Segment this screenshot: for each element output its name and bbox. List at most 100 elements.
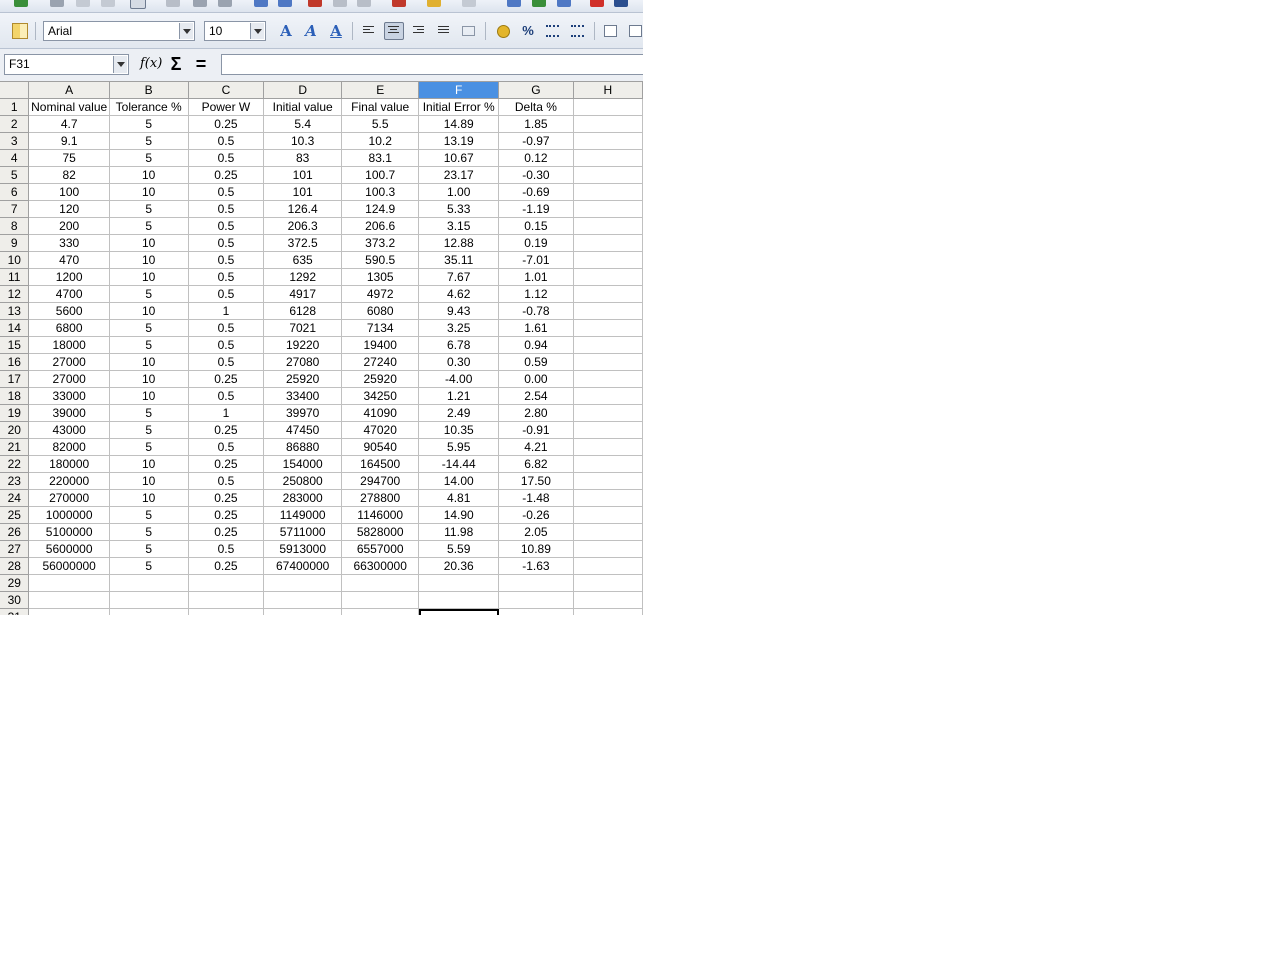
cell-d21[interactable]: 86880 xyxy=(263,438,343,456)
cell-e18[interactable]: 34250 xyxy=(341,387,420,405)
cell-b19[interactable]: 5 xyxy=(109,404,189,422)
cell-c2[interactable]: 0.25 xyxy=(188,115,265,133)
cell-a2[interactable]: 4.7 xyxy=(28,115,110,133)
cut-icon[interactable] xyxy=(308,0,322,7)
cell-g27[interactable]: 10.89 xyxy=(498,540,574,558)
cell-g11[interactable]: 1.01 xyxy=(498,268,574,286)
cell-g5[interactable]: -0.30 xyxy=(498,166,574,184)
cell-f26[interactable]: 11.98 xyxy=(418,523,500,541)
cell-a21[interactable]: 82000 xyxy=(28,438,110,456)
row-header[interactable]: 4 xyxy=(0,149,30,167)
cell-a25[interactable]: 1000000 xyxy=(28,506,110,524)
cell-h30[interactable] xyxy=(573,591,643,609)
cell-a26[interactable]: 5100000 xyxy=(28,523,110,541)
cell-c12[interactable]: 0.5 xyxy=(188,285,265,303)
cell-b25[interactable]: 5 xyxy=(109,506,189,524)
cell-c23[interactable]: 0.5 xyxy=(188,472,265,490)
sort-descending-icon[interactable] xyxy=(557,0,571,7)
bold-icon[interactable]: A xyxy=(276,22,296,40)
cell-h9[interactable] xyxy=(573,234,643,252)
row-header[interactable]: 1 xyxy=(0,98,30,116)
row-header[interactable]: 5 xyxy=(0,166,30,184)
cell-d31[interactable] xyxy=(263,608,343,615)
cell-h18[interactable] xyxy=(573,387,643,405)
cell-b22[interactable]: 10 xyxy=(109,455,189,473)
cell-d22[interactable]: 154000 xyxy=(263,455,343,473)
cell-e19[interactable]: 41090 xyxy=(341,404,420,422)
cell-b2[interactable]: 5 xyxy=(109,115,189,133)
cell-a4[interactable]: 75 xyxy=(28,149,110,167)
cell-f24[interactable]: 4.81 xyxy=(418,489,500,507)
cell-e2[interactable]: 5.5 xyxy=(341,115,420,133)
cell-a19[interactable]: 39000 xyxy=(28,404,110,422)
cell-g18[interactable]: 2.54 xyxy=(498,387,574,405)
merge-cells-icon[interactable] xyxy=(459,22,479,40)
cell-f19[interactable]: 2.49 xyxy=(418,404,500,422)
cell-g9[interactable]: 0.19 xyxy=(498,234,574,252)
cell-d8[interactable]: 206.3 xyxy=(263,217,343,235)
cell-e17[interactable]: 25920 xyxy=(341,370,420,388)
cell-b3[interactable]: 5 xyxy=(109,132,189,150)
cell-a14[interactable]: 6800 xyxy=(28,319,110,337)
paste-icon[interactable] xyxy=(357,0,371,7)
cell-d13[interactable]: 6128 xyxy=(263,302,343,320)
column-header-b[interactable]: B xyxy=(109,82,189,99)
cell-e16[interactable]: 27240 xyxy=(341,353,420,371)
cell-b18[interactable]: 10 xyxy=(109,387,189,405)
cell-f14[interactable]: 3.25 xyxy=(418,319,500,337)
column-header-c[interactable]: C xyxy=(188,82,265,99)
cell-h17[interactable] xyxy=(573,370,643,388)
cell-f12[interactable]: 4.62 xyxy=(418,285,500,303)
column-header-h[interactable]: H xyxy=(573,82,643,99)
row-header[interactable]: 23 xyxy=(0,472,30,490)
cell-c22[interactable]: 0.25 xyxy=(188,455,265,473)
cell-a1[interactable]: Nominal value xyxy=(28,98,110,116)
cell-g24[interactable]: -1.48 xyxy=(498,489,574,507)
row-header[interactable]: 13 xyxy=(0,302,30,320)
row-header[interactable]: 15 xyxy=(0,336,30,354)
cell-d28[interactable]: 67400000 xyxy=(263,557,343,575)
cell-f15[interactable]: 6.78 xyxy=(418,336,500,354)
cell-g4[interactable]: 0.12 xyxy=(498,149,574,167)
cell-a7[interactable]: 120 xyxy=(28,200,110,218)
cell-f13[interactable]: 9.43 xyxy=(418,302,500,320)
cell-b20[interactable]: 5 xyxy=(109,421,189,439)
page-preview-icon[interactable] xyxy=(218,0,232,7)
cell-g17[interactable]: 0.00 xyxy=(498,370,574,388)
cell-a24[interactable]: 270000 xyxy=(28,489,110,507)
cell-d2[interactable]: 5.4 xyxy=(263,115,343,133)
cell-f8[interactable]: 3.15 xyxy=(418,217,500,235)
sum-icon[interactable]: Σ xyxy=(166,54,186,74)
cell-a23[interactable]: 220000 xyxy=(28,472,110,490)
cell-a3[interactable]: 9.1 xyxy=(28,132,110,150)
cell-d4[interactable]: 83 xyxy=(263,149,343,167)
cell-b30[interactable] xyxy=(109,591,189,609)
cell-a18[interactable]: 33000 xyxy=(28,387,110,405)
cell-f23[interactable]: 14.00 xyxy=(418,472,500,490)
cell-g26[interactable]: 2.05 xyxy=(498,523,574,541)
spreadsheet-grid[interactable]: ABCDEFGH 1 Nominal value Tolerance % Power … xyxy=(0,82,643,615)
email-icon[interactable] xyxy=(101,0,115,7)
export-pdf-icon[interactable] xyxy=(166,0,180,7)
row-header[interactable]: 10 xyxy=(0,251,30,269)
cell-h21[interactable] xyxy=(573,438,643,456)
cell-b26[interactable]: 5 xyxy=(109,523,189,541)
cell-b27[interactable]: 5 xyxy=(109,540,189,558)
row-header[interactable]: 18 xyxy=(0,387,30,405)
cell-h26[interactable] xyxy=(573,523,643,541)
cell-b14[interactable]: 5 xyxy=(109,319,189,337)
row-header[interactable]: 29 xyxy=(0,574,30,592)
function-wizard-icon[interactable]: f(x) xyxy=(140,54,162,74)
cell-d26[interactable]: 5711000 xyxy=(263,523,343,541)
cell-h13[interactable] xyxy=(573,302,643,320)
row-header[interactable]: 27 xyxy=(0,540,30,558)
cell-e29[interactable] xyxy=(341,574,420,592)
cell-d27[interactable]: 5913000 xyxy=(263,540,343,558)
cell-a17[interactable]: 27000 xyxy=(28,370,110,388)
cell-e27[interactable]: 6557000 xyxy=(341,540,420,558)
cell-h24[interactable] xyxy=(573,489,643,507)
row-header[interactable]: 11 xyxy=(0,268,30,286)
function-icon[interactable]: = xyxy=(191,54,211,74)
cell-h7[interactable] xyxy=(573,200,643,218)
cell-d29[interactable] xyxy=(263,574,343,592)
